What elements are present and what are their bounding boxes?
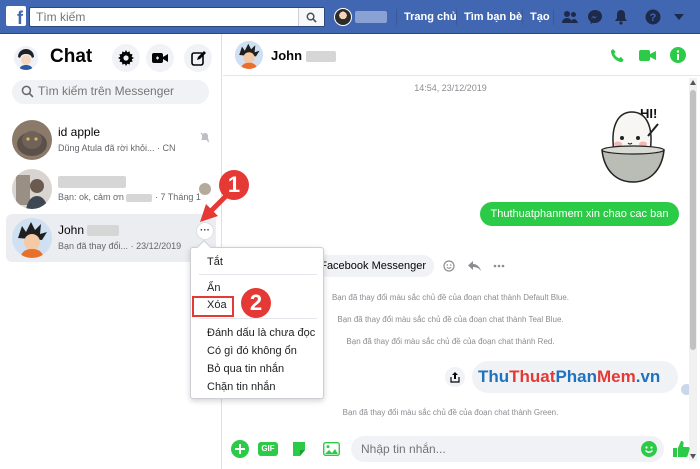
more-actions-plus-icon[interactable] bbox=[230, 439, 250, 459]
sidebar-header: Chat bbox=[0, 34, 222, 78]
watermark-text: ThuThuatPhanMem.vn bbox=[478, 367, 661, 386]
message-timestamp: 14:54, 23/12/2019 bbox=[414, 83, 487, 93]
menu-item-hide[interactable]: Ẩn bbox=[207, 282, 220, 294]
message-input-box[interactable] bbox=[351, 436, 664, 462]
messenger-search-input[interactable] bbox=[38, 84, 198, 98]
step-2-badge: 2 bbox=[241, 288, 271, 318]
facebook-search-input[interactable] bbox=[30, 8, 290, 26]
search-button[interactable] bbox=[298, 8, 324, 26]
sent-message-bubble[interactable]: Thuthuatphanmem xin chao cac ban bbox=[480, 202, 679, 226]
gif-button[interactable]: GIF bbox=[257, 439, 279, 459]
user-avatar[interactable] bbox=[14, 46, 38, 70]
reply-arrow-icon[interactable] bbox=[466, 259, 482, 273]
system-message: Bạn đã thay đổi màu sắc chủ đề của đoạn … bbox=[342, 408, 559, 417]
menu-item-mute[interactable]: Tắt bbox=[207, 256, 223, 268]
settings-button[interactable] bbox=[112, 44, 140, 72]
sticker-icon[interactable] bbox=[289, 439, 309, 459]
compose-icon bbox=[190, 50, 206, 66]
video-call-icon[interactable] bbox=[638, 46, 656, 64]
conversation-name: John bbox=[58, 223, 120, 237]
video-camera-icon bbox=[152, 53, 168, 63]
gear-icon bbox=[118, 50, 134, 66]
profile-avatar[interactable] bbox=[334, 8, 352, 26]
help-icon[interactable]: ? bbox=[644, 8, 662, 26]
nav-divider bbox=[522, 9, 523, 25]
menu-item-block-messages[interactable]: Chặn tin nhắn bbox=[207, 381, 276, 393]
messenger-search-box[interactable] bbox=[12, 80, 209, 104]
menu-divider bbox=[199, 274, 317, 275]
received-message-bubble[interactable]: Facebook Messenger bbox=[316, 255, 434, 277]
svg-text:?: ? bbox=[650, 12, 657, 24]
conversation-item[interactable]: id apple Dũng Atula đã rời khỏi... · CN bbox=[6, 116, 216, 164]
menu-item-mark-unread[interactable]: Đánh dấu là chưa đọc bbox=[207, 327, 315, 339]
conversation-avatar-group bbox=[12, 169, 52, 209]
gif-icon: GIF bbox=[258, 442, 278, 456]
react-emoji-icon[interactable] bbox=[441, 259, 457, 273]
new-video-room-button[interactable] bbox=[146, 44, 174, 72]
search-icon bbox=[306, 12, 317, 23]
conversation-preview: Dũng Atula đã rời khỏi... · CN bbox=[58, 143, 176, 153]
menu-divider bbox=[199, 318, 317, 319]
conversation-preview: Bạn: ok, cảm ơn · 7 Tháng 1 bbox=[58, 192, 201, 202]
messenger-icon[interactable] bbox=[586, 8, 604, 26]
top-navigation-bar: f Trang chủ Tìm bạn bè Tạo ? bbox=[0, 0, 700, 34]
mute-bell-icon bbox=[200, 132, 210, 143]
message-more-icon[interactable] bbox=[491, 259, 507, 273]
chat-contact-avatar[interactable] bbox=[235, 41, 263, 69]
menu-item-ignore-messages[interactable]: Bỏ qua tin nhắn bbox=[207, 363, 284, 375]
facebook-search-box[interactable] bbox=[29, 7, 325, 27]
conversation-preview: Bạn đã thay đổi... · 23/12/2019 bbox=[58, 241, 182, 251]
thumbs-up-icon[interactable] bbox=[671, 439, 691, 459]
conversation-item-selected[interactable]: John Bạn đã thay đổi... · 23/12/2019 bbox=[6, 214, 216, 262]
share-button[interactable] bbox=[445, 367, 465, 387]
sidebar-title: Chat bbox=[50, 46, 93, 67]
watermark-link-preview[interactable]: ThuThuatPhanMem.vn bbox=[472, 361, 678, 393]
nav-divider bbox=[396, 9, 397, 25]
chat-sidebar: Chat id apple Dũng Atula đã rời khỏi... … bbox=[0, 34, 222, 469]
nav-divider bbox=[553, 9, 554, 25]
chat-scrollbar[interactable] bbox=[689, 78, 697, 461]
message-composer: GIF bbox=[223, 430, 700, 469]
conversation-info-icon[interactable] bbox=[669, 46, 687, 64]
conversation-item[interactable]: Bạn: ok, cảm ơn · 7 Tháng 1 bbox=[6, 165, 216, 213]
conversation-avatar-goku bbox=[12, 218, 52, 258]
menu-item-report-problem[interactable]: Có gì đó không ổn bbox=[207, 345, 297, 357]
emoji-icon[interactable] bbox=[641, 441, 657, 457]
profile-name-blurred[interactable] bbox=[355, 11, 387, 23]
chat-contact-name[interactable]: John bbox=[271, 48, 336, 63]
conversation-context-menu: Tắt Ẩn Xóa Đánh dấu là chưa đọc Có gì đó… bbox=[190, 239, 324, 399]
conversation-name: id apple bbox=[58, 125, 101, 139]
new-message-button[interactable] bbox=[184, 44, 212, 72]
message-input[interactable] bbox=[361, 442, 621, 456]
account-menu-arrow-icon[interactable] bbox=[670, 8, 688, 26]
conversation-avatar-cat bbox=[12, 120, 52, 160]
chat-header: John bbox=[223, 34, 700, 76]
image-attach-icon[interactable] bbox=[321, 439, 341, 459]
facebook-logo[interactable]: f bbox=[6, 6, 26, 26]
step-1-badge: 1 bbox=[219, 170, 249, 200]
conversation-name-blurred bbox=[58, 174, 126, 188]
hi-sticker[interactable]: HI! bbox=[588, 94, 680, 194]
nav-divider bbox=[456, 9, 457, 25]
nav-find-friends-link[interactable]: Tìm bạn bè bbox=[464, 11, 522, 23]
search-icon bbox=[21, 85, 34, 98]
nav-home-link[interactable]: Trang chủ bbox=[404, 11, 457, 23]
friend-requests-icon[interactable] bbox=[561, 8, 579, 26]
voice-call-icon[interactable] bbox=[608, 46, 626, 64]
chat-scroll-thumb[interactable] bbox=[690, 90, 696, 350]
share-icon bbox=[450, 371, 460, 383]
nav-create-link[interactable]: Tạo bbox=[530, 11, 550, 23]
notifications-bell-icon[interactable] bbox=[612, 8, 630, 26]
delete-highlight-box bbox=[192, 296, 234, 317]
